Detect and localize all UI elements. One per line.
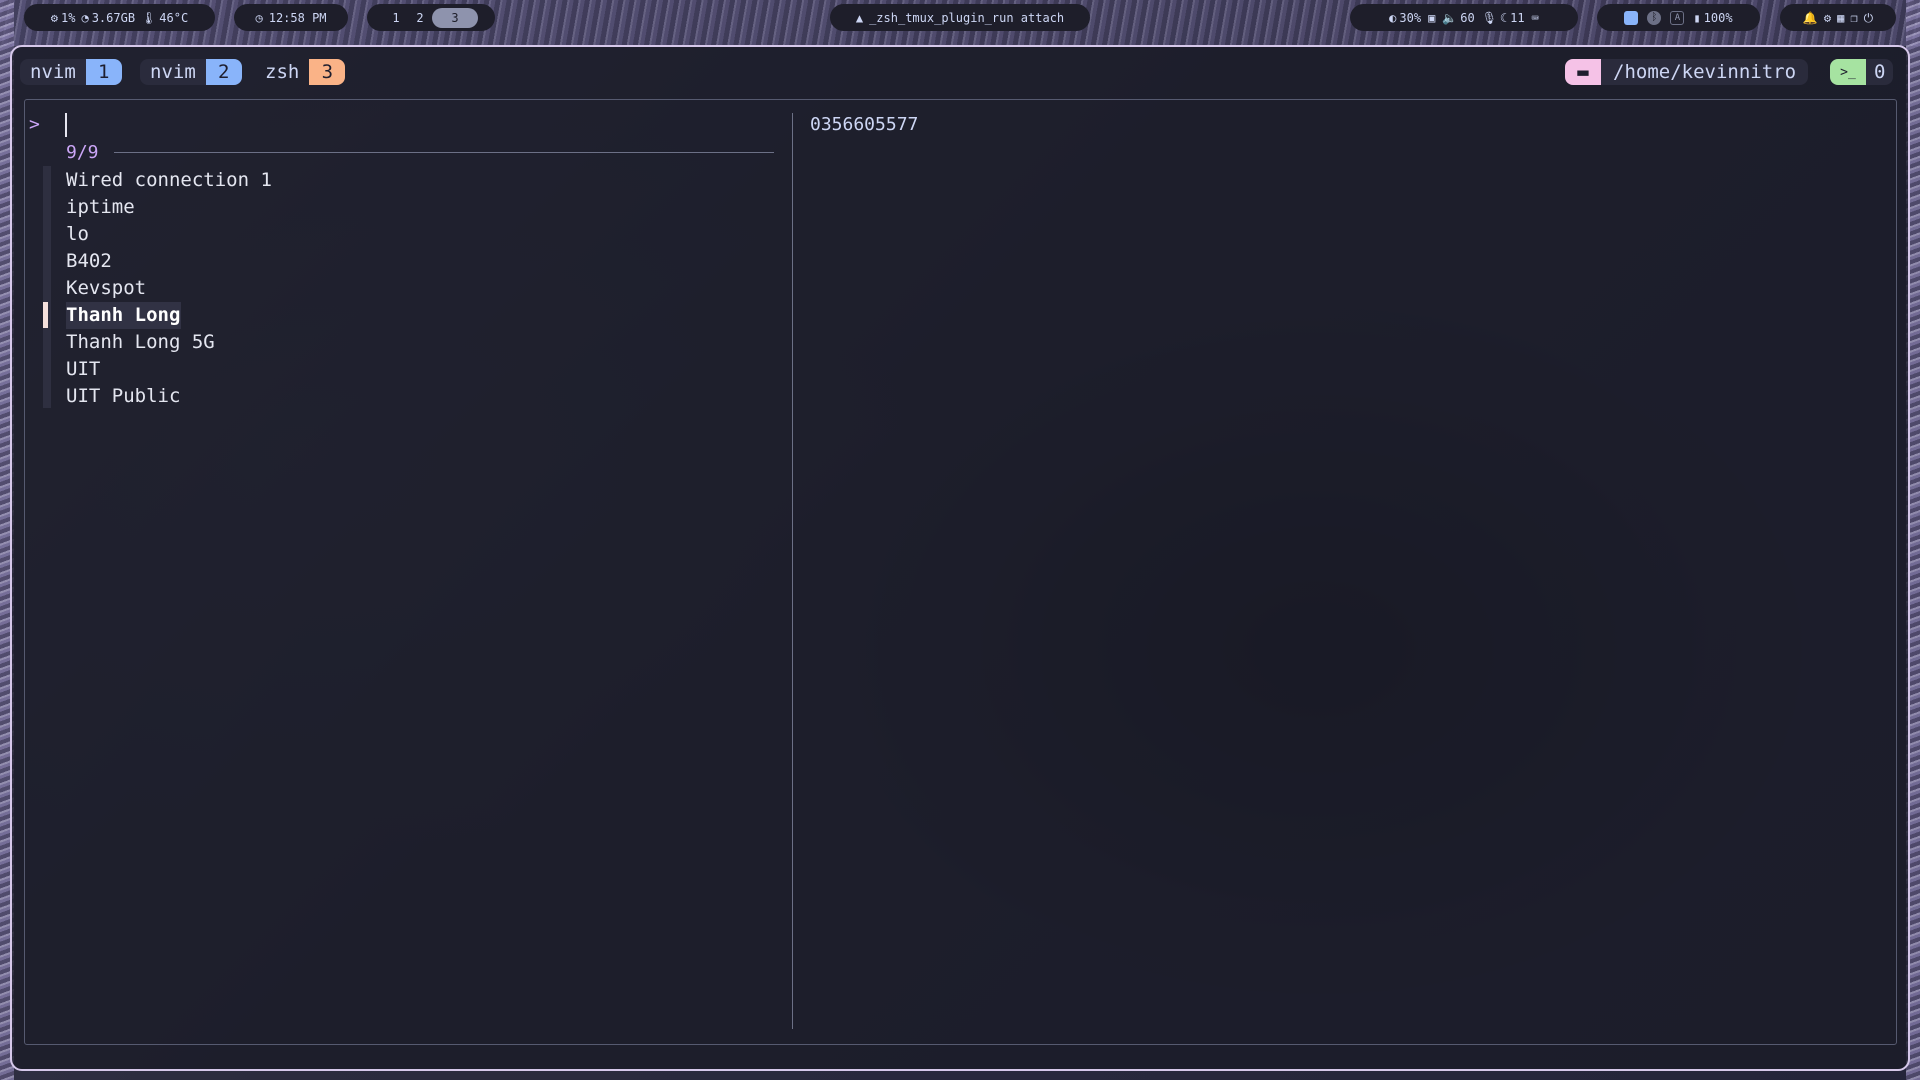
window-title[interactable]: ▲ _zsh_tmux_plugin_run attach [830, 4, 1090, 31]
volume-icon: 🔈 [1442, 10, 1458, 25]
power-icon[interactable]: ⏻ [1864, 12, 1874, 24]
memory-icon: ◔ [81, 10, 89, 25]
list-item[interactable]: UIT [66, 356, 272, 383]
top-bar: ⚙ 1% ◔ 3.67GB 🌡 46°C ◷ 12:58 PM 1 2 3 ▲ _zs… [0, 0, 1920, 36]
keyboard-icon[interactable]: ⌨ [1532, 12, 1539, 24]
battery[interactable]: ▮ 100% [1693, 11, 1732, 25]
tmux-tab-name: nvim [140, 59, 206, 85]
tmux-tab-name: zsh [265, 61, 300, 83]
fzf-prompt: > [29, 114, 40, 135]
pane-border [24, 99, 1897, 1045]
cpu-usage: 1% [61, 10, 76, 25]
tray-a-icon[interactable]: A [1670, 10, 1685, 25]
terminal-window: nvim 1 nvim 2 zsh 3 ▬ /home/kevinnitro >… [10, 45, 1910, 1071]
fzf-selection-marker [43, 302, 48, 328]
list-item[interactable]: UIT Public [66, 383, 272, 410]
tmux-tab-2[interactable]: nvim 2 [140, 59, 242, 85]
fzf-counter-separator [114, 152, 774, 153]
clipboard-icon[interactable]: ❐ [1850, 12, 1857, 24]
fzf-gutter [43, 166, 51, 408]
arch-icon: ▲ [855, 10, 864, 25]
mic-value: 11 [1510, 10, 1525, 25]
thermometer-icon: 🌡 [141, 10, 157, 25]
fzf-match-counter: 9/9 [66, 142, 99, 163]
tmux-status-bar: nvim 1 nvim 2 zsh 3 ▬ /home/kevinnitro >… [12, 47, 1908, 91]
system-stats[interactable]: ⚙ 1% ◔ 3.67GB 🌡 46°C [24, 4, 215, 31]
list-item[interactable]: Thanh Long 5G [66, 329, 272, 356]
layout-icon[interactable]: ▦ [1837, 12, 1844, 24]
tmux-tab-3[interactable]: zsh 3 [255, 59, 346, 85]
volume-control[interactable]: 🔈 60 [1442, 11, 1474, 25]
bluetooth-icon[interactable]: ᛒ [1647, 10, 1662, 25]
terminal-icon: >_ [1830, 59, 1866, 85]
tray: ᛒ A ▮ 100% [1597, 4, 1760, 31]
list-item[interactable]: Kevspot [66, 275, 272, 302]
display-icon[interactable]: ▣ [1428, 12, 1435, 24]
list-item[interactable]: lo [66, 221, 272, 248]
tmux-tab-index: 1 [85, 59, 122, 85]
tmux-tab-name: nvim [20, 59, 86, 85]
brightness-icon: ◐ [1389, 10, 1397, 25]
cwd-path: /home/kevinnitro [1601, 59, 1809, 85]
fzf-query-cursor[interactable] [65, 113, 67, 137]
temperature: 46°C [159, 10, 189, 25]
tmux-tab-1[interactable]: nvim 1 [20, 59, 122, 85]
tray-app-icon[interactable] [1624, 10, 1639, 25]
clock-icon: ◷ [255, 10, 263, 25]
battery-value: 100% [1703, 10, 1733, 25]
mic-icon: 🎙 [1481, 10, 1497, 25]
fzf-preview-text: 0356605577 [810, 114, 919, 135]
battery-icon: ▮ [1693, 10, 1701, 25]
notification-icon[interactable]: 🔔 [1803, 12, 1818, 24]
brightness-control[interactable]: ◐ 30% [1389, 11, 1421, 25]
clock-text: 12:58 PM [268, 10, 327, 25]
cpu-icon: ⚙ [50, 10, 59, 25]
workspaces: 1 2 3 [367, 4, 495, 31]
system-actions: 🔔 ⚙ ▦ ❐ ⏻ [1780, 4, 1896, 31]
settings-icon[interactable]: ⚙ [1824, 12, 1831, 24]
list-item[interactable]: Wired connection 1 [66, 167, 272, 194]
tmux-tab-index: 3 [309, 59, 346, 85]
controls: ◐ 30% ▣ 🔈 60 🎙 ☾ 11 ⌨ [1350, 4, 1578, 31]
memory-usage: 3.67GB [91, 10, 136, 25]
moon-icon: ☾ [1499, 10, 1508, 25]
volume-value: 60 [1460, 10, 1475, 25]
workspace-3[interactable]: 3 [432, 7, 478, 28]
cwd-indicator: ▬ /home/kevinnitro [1565, 59, 1809, 85]
list-item[interactable]: B402 [66, 248, 272, 275]
list-item[interactable]: iptime [66, 194, 272, 221]
workspace-2[interactable]: 2 [408, 8, 432, 28]
session-indicator: >_ 0 [1830, 59, 1894, 85]
preview-divider [792, 113, 793, 1029]
folder-icon: ▬ [1565, 59, 1601, 85]
workspace-1[interactable]: 1 [384, 8, 408, 28]
fzf-results-list: Wired connection 1 iptime lo B402 Kevspo… [66, 167, 272, 410]
clock[interactable]: ◷ 12:58 PM [234, 4, 348, 31]
mic-control[interactable]: 🎙 ☾ 11 [1482, 11, 1525, 25]
brightness-value: 30% [1399, 10, 1422, 25]
tmux-tab-index: 2 [205, 59, 242, 85]
session-count: 0 [1866, 59, 1894, 85]
list-item-selected[interactable]: Thanh Long [66, 302, 272, 329]
window-title-text: _zsh_tmux_plugin_run attach [869, 10, 1065, 25]
